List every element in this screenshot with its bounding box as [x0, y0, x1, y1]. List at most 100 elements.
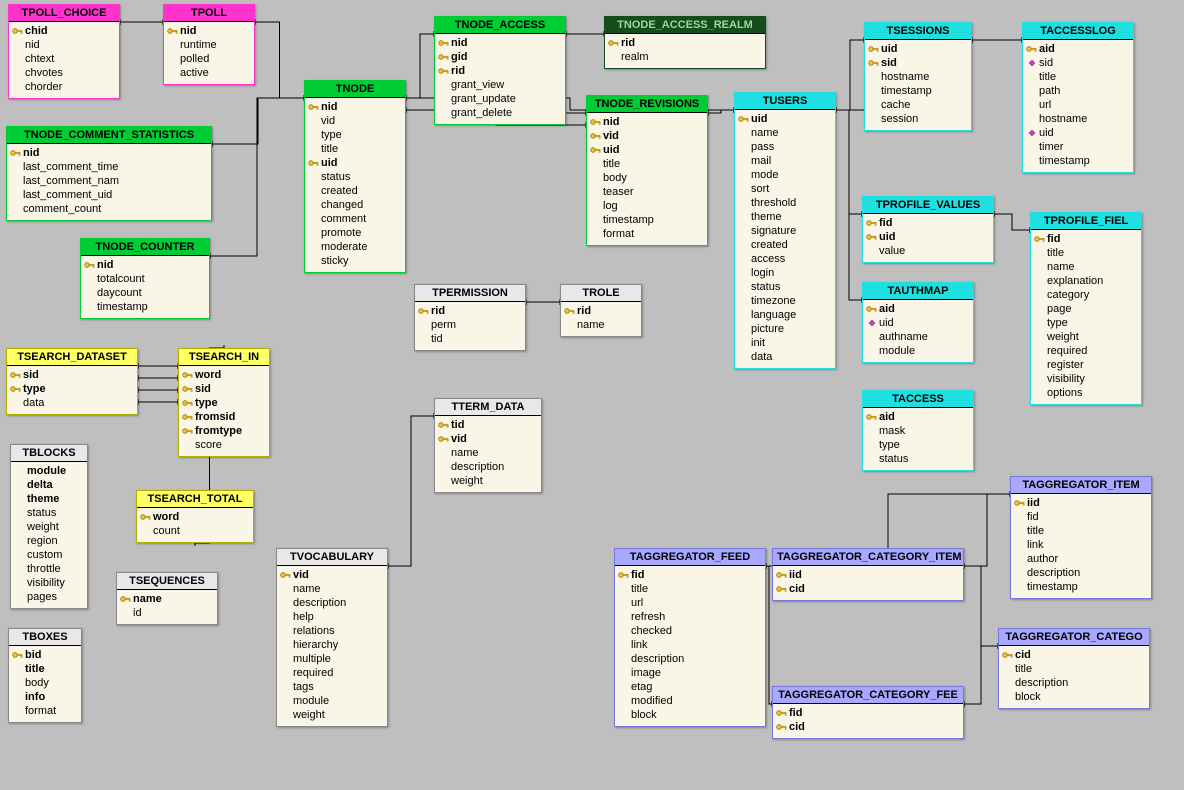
table-header: TPROFILE_FIEL — [1031, 213, 1141, 230]
table-tagg_cat_item[interactable]: TAGGREGATOR_CATEGORY_ITEMiidcid — [772, 548, 964, 601]
column-row: teaser — [589, 185, 705, 199]
column-row: vid — [279, 568, 385, 582]
column-name: language — [751, 308, 796, 322]
table-tagg_feed[interactable]: TAGGREGATOR_FEEDfidtitleurlrefreshchecke… — [614, 548, 766, 727]
table-tagg_category[interactable]: TAGGREGATOR_CATEGOcidtitledescriptionblo… — [998, 628, 1150, 709]
table-tsearch_index[interactable]: TSEARCH_INwordsidtypefromsidfromtypescor… — [178, 348, 270, 457]
table-tsearch_total[interactable]: TSEARCH_TOTALwordcount — [136, 490, 254, 543]
column-row: title — [617, 582, 763, 596]
column-name: name — [751, 126, 779, 140]
primary-key-icon — [589, 117, 603, 127]
table-tsessions[interactable]: TSESSIONSuidsidhostnametimestampcacheses… — [864, 22, 972, 131]
column-row: block — [617, 708, 763, 722]
column-row: access — [737, 252, 833, 266]
table-tboxes[interactable]: TBOXESbidtitlebodyinfoformat — [8, 628, 82, 723]
table-tnode_revisions[interactable]: TNODE_REVISIONSnidviduidtitlebodyteaserl… — [586, 95, 708, 246]
column-name: chid — [25, 24, 48, 38]
column-name: hostname — [881, 70, 929, 84]
column-name: vid — [451, 432, 467, 446]
column-name: url — [631, 596, 643, 610]
table-taccesslog[interactable]: TACCESSLOGaidsidtitlepathurlhostnameuidt… — [1022, 22, 1134, 173]
column-name: changed — [321, 198, 363, 212]
primary-key-icon — [437, 52, 451, 62]
column-row: timestamp — [1025, 154, 1131, 168]
column-name: title — [1015, 662, 1032, 676]
table-tnode_counter[interactable]: TNODE_COUNTERnidtotalcountdaycounttimest… — [80, 238, 210, 319]
column-name: created — [751, 238, 788, 252]
table-tsequences[interactable]: TSEQUENCESnameid — [116, 572, 218, 625]
table-tagg_item[interactable]: TAGGREGATOR_ITEMiidfidtitlelinkauthordes… — [1010, 476, 1152, 599]
column-name: weight — [27, 520, 59, 534]
primary-key-icon — [83, 260, 97, 270]
primary-key-icon — [1001, 650, 1015, 660]
column-row: changed — [307, 198, 403, 212]
column-row: title — [11, 662, 79, 676]
table-tauthmap[interactable]: TAUTHMAPaiduidauthnamemodule — [862, 282, 974, 363]
column-row: timestamp — [1013, 580, 1149, 594]
column-name: rid — [431, 304, 445, 318]
table-tpermission[interactable]: TPERMISSIONridpermtid — [414, 284, 526, 351]
table-trole[interactable]: TROLEridname — [560, 284, 642, 337]
primary-key-icon — [11, 26, 25, 36]
column-name: promote — [321, 226, 361, 240]
er-diagram-canvas[interactable]: TPOLL_CHOICEchidnidchtextchvoteschorder T… — [0, 0, 1184, 790]
primary-key-icon — [589, 145, 603, 155]
column-name: hierarchy — [293, 638, 338, 652]
primary-key-icon — [865, 218, 879, 228]
table-tprofile_values[interactable]: TPROFILE_VALUESfiduidvalue — [862, 196, 994, 263]
column-name: nid — [23, 146, 40, 160]
column-row: fromsid — [181, 410, 267, 424]
column-name: status — [879, 452, 908, 466]
column-row: timestamp — [83, 300, 207, 314]
table-tnode_access_realm[interactable]: TNODE_ACCESS_REALMridrealm — [604, 16, 766, 69]
table-tpoll[interactable]: TPOLLnidruntimepolledactive — [163, 4, 255, 85]
column-list: chidnidchtextchvoteschorder — [9, 22, 119, 98]
column-name: name — [1047, 260, 1075, 274]
table-tagg_cat_feed[interactable]: TAGGREGATOR_CATEGORY_FEEfidcid — [772, 686, 964, 739]
table-taccess[interactable]: TACCESSaidmasktypestatus — [862, 390, 974, 471]
table-tusers[interactable]: TUSERSuidnamepassmailmodesortthresholdth… — [734, 92, 836, 369]
column-row: timestamp — [589, 213, 705, 227]
table-tnode_comment_statistics[interactable]: TNODE_COMMENT_STATISTICSnidlast_comment_… — [6, 126, 212, 221]
column-name: perm — [431, 318, 456, 332]
column-name: type — [195, 396, 218, 410]
column-name: cache — [881, 98, 910, 112]
column-row: body — [589, 171, 705, 185]
column-row: gid — [437, 50, 563, 64]
column-list: fidcid — [773, 704, 963, 738]
column-name: grant_update — [451, 92, 516, 106]
table-tsearch_dataset[interactable]: TSEARCH_DATASETsidtypedata — [6, 348, 138, 415]
column-row: realm — [607, 50, 763, 64]
column-name: title — [603, 157, 620, 171]
column-name: vid — [321, 114, 335, 128]
column-row: last_comment_time — [9, 160, 209, 174]
table-tblocks[interactable]: TBLOCKSmoduledeltathemestatusweightregio… — [10, 444, 88, 609]
column-name: daycount — [97, 286, 142, 300]
primary-key-icon — [1013, 498, 1027, 508]
column-name: fromtype — [195, 424, 242, 438]
column-list: wordsidtypefromsidfromtypescore — [179, 366, 269, 456]
table-header: TAGGREGATOR_FEED — [615, 549, 765, 566]
column-name: uid — [879, 316, 894, 330]
column-name: module — [293, 694, 329, 708]
table-tterm_data[interactable]: TTERM_DATAtidvidnamedescriptionweight — [434, 398, 542, 493]
column-row: register — [1033, 358, 1139, 372]
column-list: iidcid — [773, 566, 963, 600]
column-name: title — [1047, 246, 1064, 260]
table-tnode[interactable]: TNODEnidvidtypetitleuidstatuscreatedchan… — [304, 80, 406, 273]
column-name: timezone — [751, 294, 796, 308]
column-name: vid — [293, 568, 309, 582]
column-row: description — [1001, 676, 1147, 690]
table-tnode_access[interactable]: TNODE_ACCESSnidgidridgrant_viewgrant_upd… — [434, 16, 566, 125]
table-tprofile_fields[interactable]: TPROFILE_FIELfidtitlenameexplanationcate… — [1030, 212, 1142, 405]
primary-key-icon — [307, 102, 321, 112]
column-row: sid — [181, 382, 267, 396]
column-list: nameid — [117, 590, 217, 624]
column-row: nid — [307, 100, 403, 114]
table-tvocabulary[interactable]: TVOCABULARYvidnamedescriptionhelprelatio… — [276, 548, 388, 727]
column-list: uidsidhostnametimestampcachesession — [865, 40, 971, 130]
table-tpoll_choice[interactable]: TPOLL_CHOICEchidnidchtextchvoteschorder — [8, 4, 120, 99]
column-name: authname — [879, 330, 928, 344]
column-name: format — [603, 227, 634, 241]
column-name: visibility — [27, 576, 65, 590]
